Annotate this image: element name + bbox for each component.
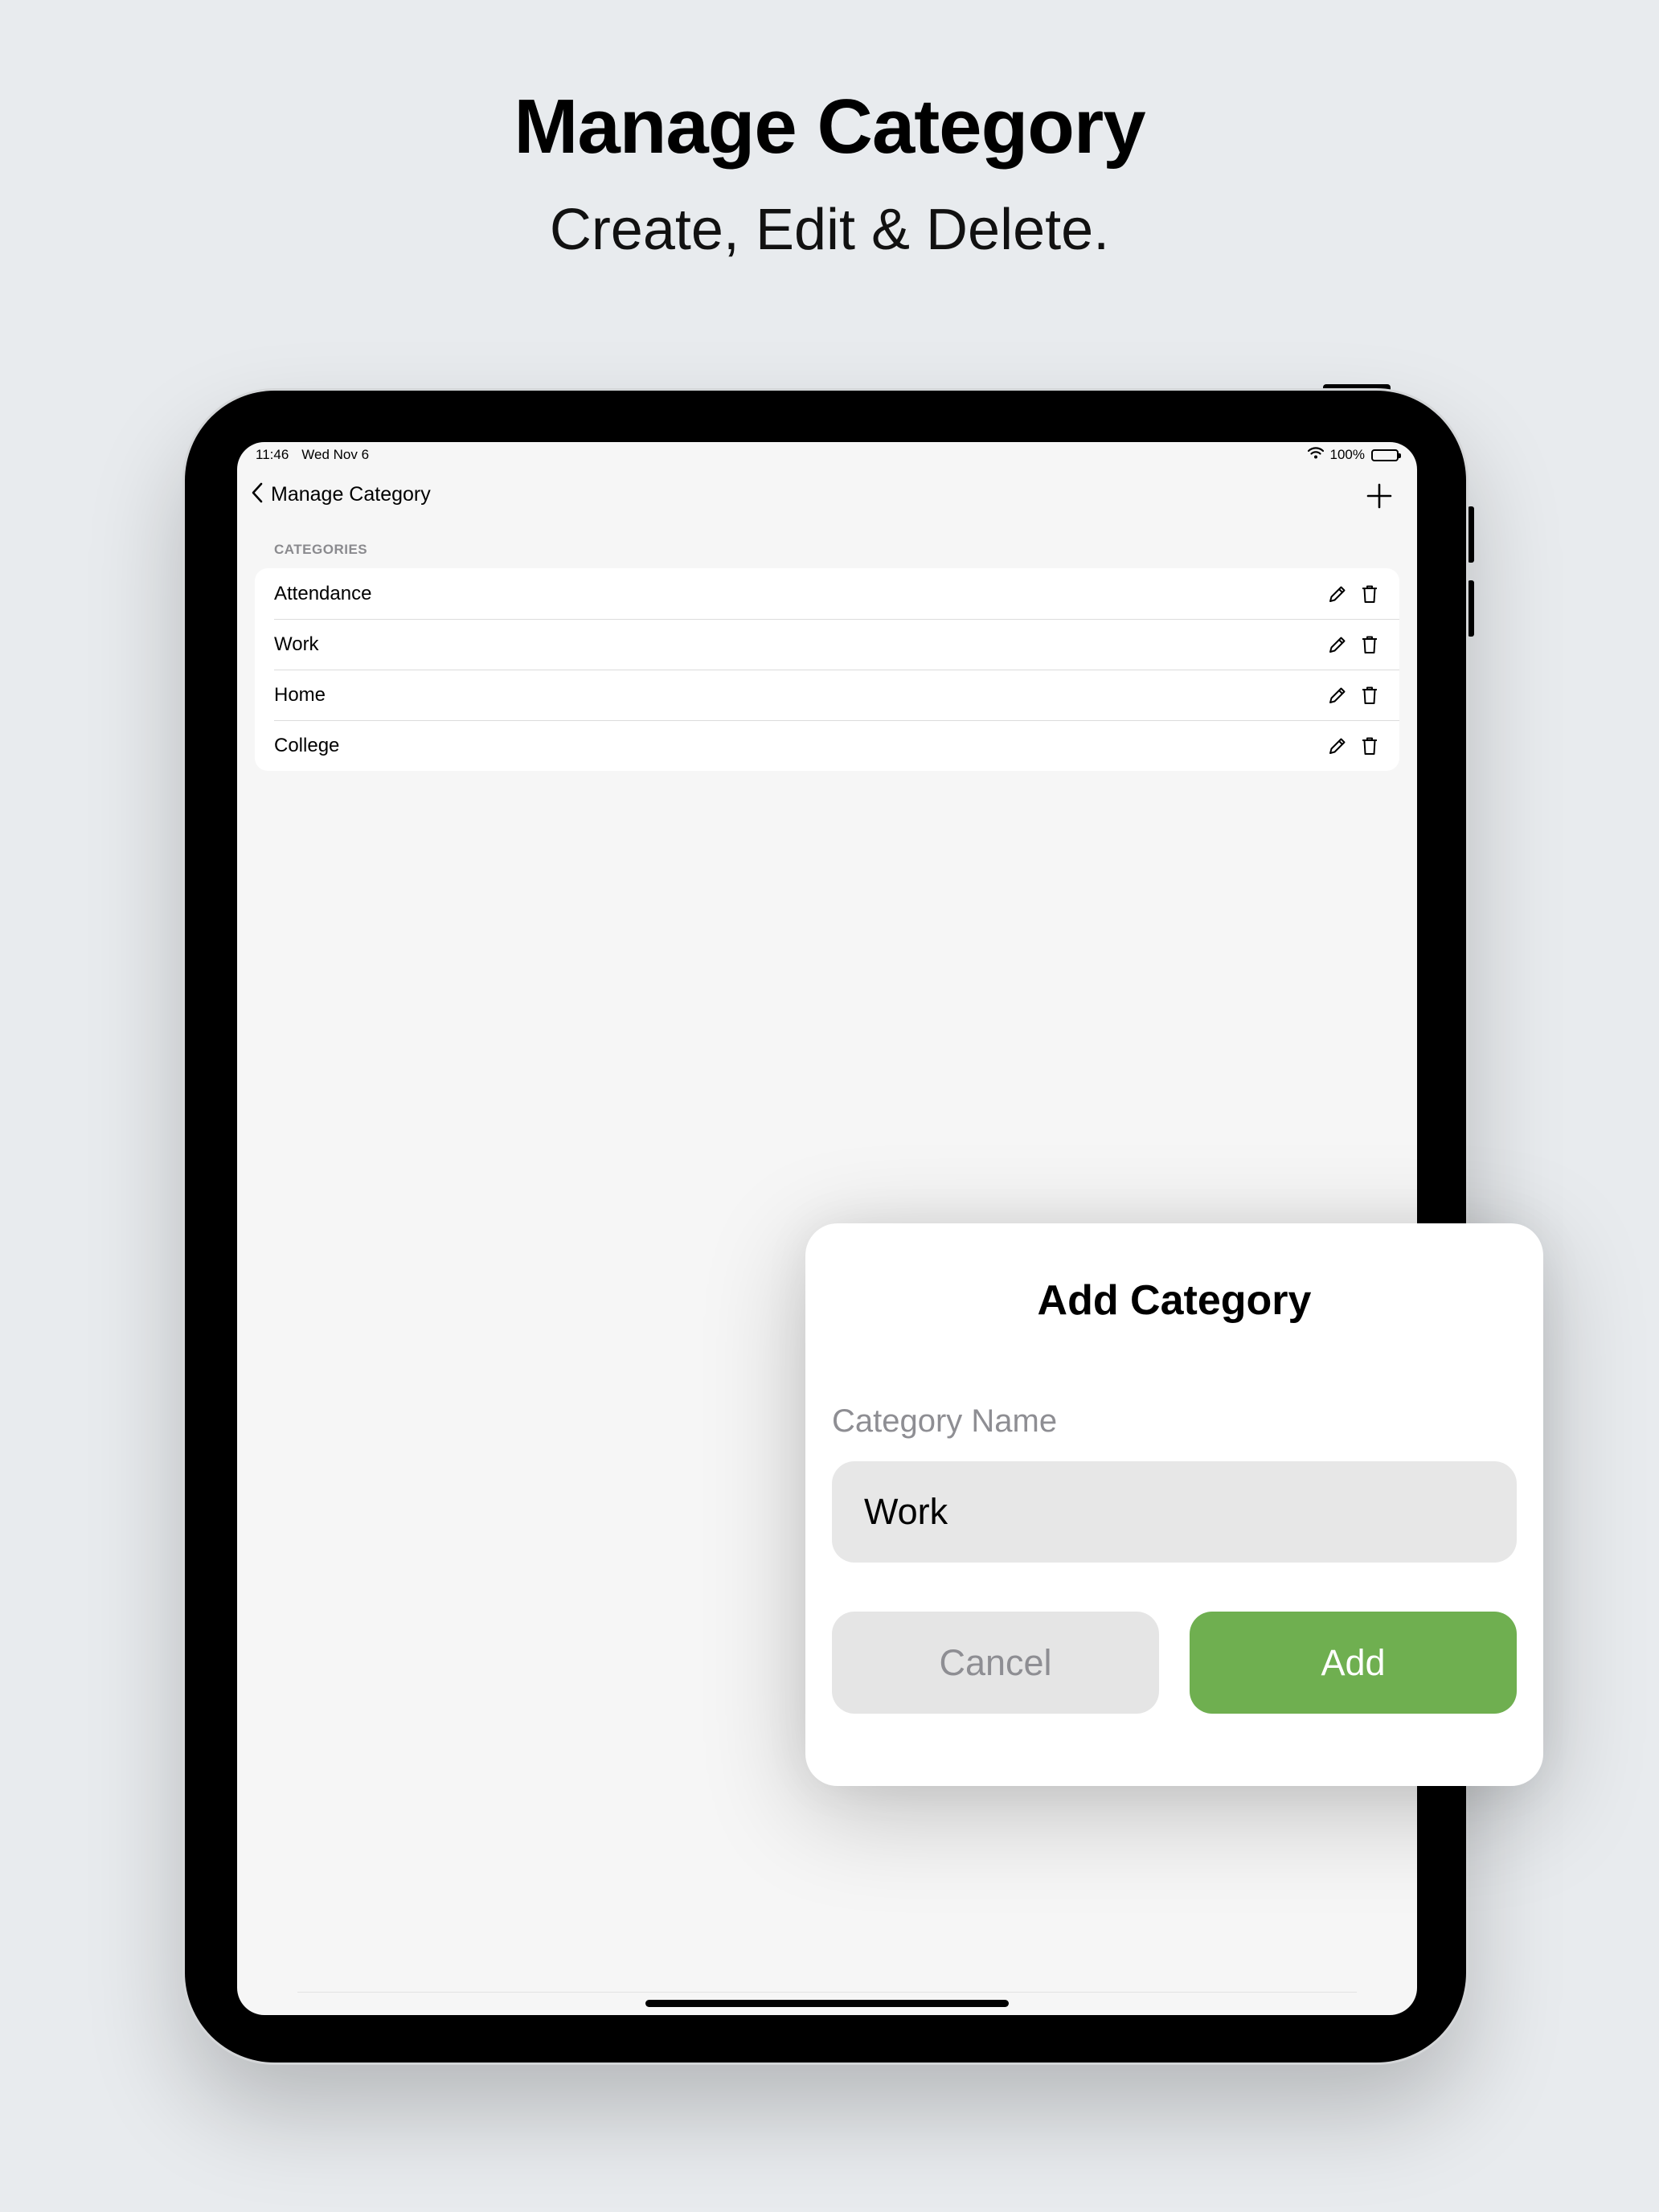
plus-icon	[1366, 483, 1393, 513]
trash-icon[interactable]	[1359, 584, 1380, 604]
status-bar: 11:46 Wed Nov 6 100%	[256, 447, 1401, 471]
nav-title: Manage Category	[271, 482, 431, 506]
trash-icon[interactable]	[1359, 735, 1380, 756]
back-button[interactable]: Manage Category	[250, 474, 431, 514]
navigation-bar: Manage Category	[237, 474, 1417, 514]
category-label: Attendance	[274, 582, 372, 604]
list-item[interactable]: Work	[255, 619, 1399, 670]
pencil-icon[interactable]	[1327, 634, 1348, 655]
add-category-dialog: Add Category Category Name Cancel Add	[805, 1223, 1543, 1786]
list-item[interactable]: Attendance	[255, 568, 1399, 619]
trash-icon[interactable]	[1359, 685, 1380, 706]
device-volume-down-button	[1468, 580, 1474, 637]
add-category-button[interactable]	[1366, 482, 1393, 510]
list-item[interactable]: College	[255, 720, 1399, 771]
category-name-input[interactable]	[832, 1461, 1517, 1563]
dialog-title: Add Category	[1037, 1277, 1312, 1324]
category-label: Home	[274, 683, 326, 706]
promo-headline: Manage Category	[514, 84, 1145, 170]
category-list: Attendance Work Home College	[255, 568, 1399, 771]
battery-icon	[1371, 449, 1401, 461]
category-name-label: Category Name	[832, 1403, 1058, 1439]
battery-percent: 100%	[1329, 447, 1365, 462]
pencil-icon[interactable]	[1327, 735, 1348, 756]
add-button[interactable]: Add	[1190, 1612, 1517, 1714]
section-header: CATEGORIES	[274, 542, 368, 557]
chevron-left-icon	[250, 481, 264, 509]
category-label: College	[274, 734, 340, 756]
list-item[interactable]: Home	[255, 670, 1399, 720]
pencil-icon[interactable]	[1327, 584, 1348, 604]
promo-subheadline: Create, Edit & Delete.	[549, 198, 1110, 262]
pencil-icon[interactable]	[1327, 685, 1348, 706]
wifi-icon	[1307, 447, 1324, 463]
cancel-button[interactable]: Cancel	[832, 1612, 1159, 1714]
bottom-divider	[297, 1992, 1357, 1993]
status-time: 11:46	[256, 447, 289, 462]
trash-icon[interactable]	[1359, 634, 1380, 655]
device-volume-up-button	[1468, 506, 1474, 563]
category-label: Work	[274, 633, 319, 655]
status-date: Wed Nov 6	[301, 447, 370, 462]
home-indicator[interactable]	[645, 2000, 1009, 2007]
